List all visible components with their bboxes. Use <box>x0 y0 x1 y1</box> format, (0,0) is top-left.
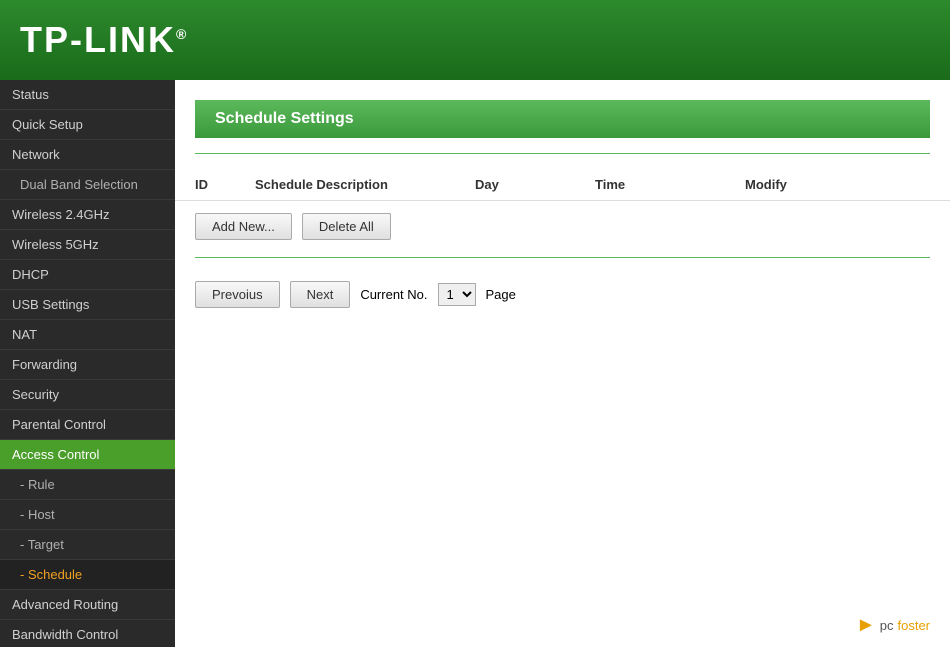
sidebar-item-dhcp[interactable]: DHCP <box>0 260 175 290</box>
next-button[interactable]: Next <box>290 281 351 308</box>
main-content: Schedule Settings ID Schedule Descriptio… <box>175 80 950 647</box>
watermark-foster: foster <box>897 618 930 633</box>
sidebar-item-nat[interactable]: NAT <box>0 320 175 350</box>
sidebar-item-schedule[interactable]: - Schedule <box>0 560 175 590</box>
page-title: Schedule Settings <box>215 110 910 128</box>
sidebar-item-quick-setup[interactable]: Quick Setup <box>0 110 175 140</box>
separator-top <box>195 153 930 154</box>
sidebar: StatusQuick SetupNetworkDual Band Select… <box>0 80 175 647</box>
col-header-day: Day <box>475 177 595 192</box>
watermark: ► pcfoster <box>856 614 930 637</box>
sidebar-item-forwarding[interactable]: Forwarding <box>0 350 175 380</box>
header: TP-LINK® <box>0 0 950 80</box>
current-no-label: Current No. <box>360 287 427 302</box>
sidebar-item-access-control[interactable]: Access Control <box>0 440 175 470</box>
sidebar-item-parental-control[interactable]: Parental Control <box>0 410 175 440</box>
logo-tp-link: TP-LINK <box>20 19 176 60</box>
sidebar-item-advanced-routing[interactable]: Advanced Routing <box>0 590 175 620</box>
button-row: Add New... Delete All <box>175 201 950 252</box>
sidebar-item-security[interactable]: Security <box>0 380 175 410</box>
page-label: Page <box>486 287 516 302</box>
col-header-modify: Modify <box>745 177 845 192</box>
col-header-time: Time <box>595 177 745 192</box>
sidebar-item-dual-band-selection[interactable]: Dual Band Selection <box>0 170 175 200</box>
watermark-pc: pc <box>880 618 894 633</box>
layout: StatusQuick SetupNetworkDual Band Select… <box>0 80 950 647</box>
page-title-bar: Schedule Settings <box>195 100 930 138</box>
add-new-button[interactable]: Add New... <box>195 213 292 240</box>
logo-trademark: ® <box>176 26 188 42</box>
sidebar-item-usb-settings[interactable]: USB Settings <box>0 290 175 320</box>
sidebar-item-wireless-5ghz[interactable]: Wireless 5GHz <box>0 230 175 260</box>
col-header-id: ID <box>195 177 255 192</box>
pagination-row: Prevoius Next Current No. 1 Page <box>175 273 950 316</box>
watermark-arrow: ► <box>856 614 876 637</box>
sidebar-item-target[interactable]: - Target <box>0 530 175 560</box>
table-header: ID Schedule Description Day Time Modify <box>175 169 950 201</box>
previous-button[interactable]: Prevoius <box>195 281 280 308</box>
sidebar-item-bandwidth-control[interactable]: Bandwidth Control <box>0 620 175 647</box>
delete-all-button[interactable]: Delete All <box>302 213 391 240</box>
sidebar-item-status[interactable]: Status <box>0 80 175 110</box>
sidebar-item-network[interactable]: Network <box>0 140 175 170</box>
sidebar-item-wireless-24ghz[interactable]: Wireless 2.4GHz <box>0 200 175 230</box>
separator-bottom <box>195 257 930 258</box>
sidebar-item-host[interactable]: - Host <box>0 500 175 530</box>
col-header-desc: Schedule Description <box>255 177 475 192</box>
logo: TP-LINK® <box>20 19 188 61</box>
sidebar-item-rule[interactable]: - Rule <box>0 470 175 500</box>
page-select[interactable]: 1 <box>438 283 476 306</box>
